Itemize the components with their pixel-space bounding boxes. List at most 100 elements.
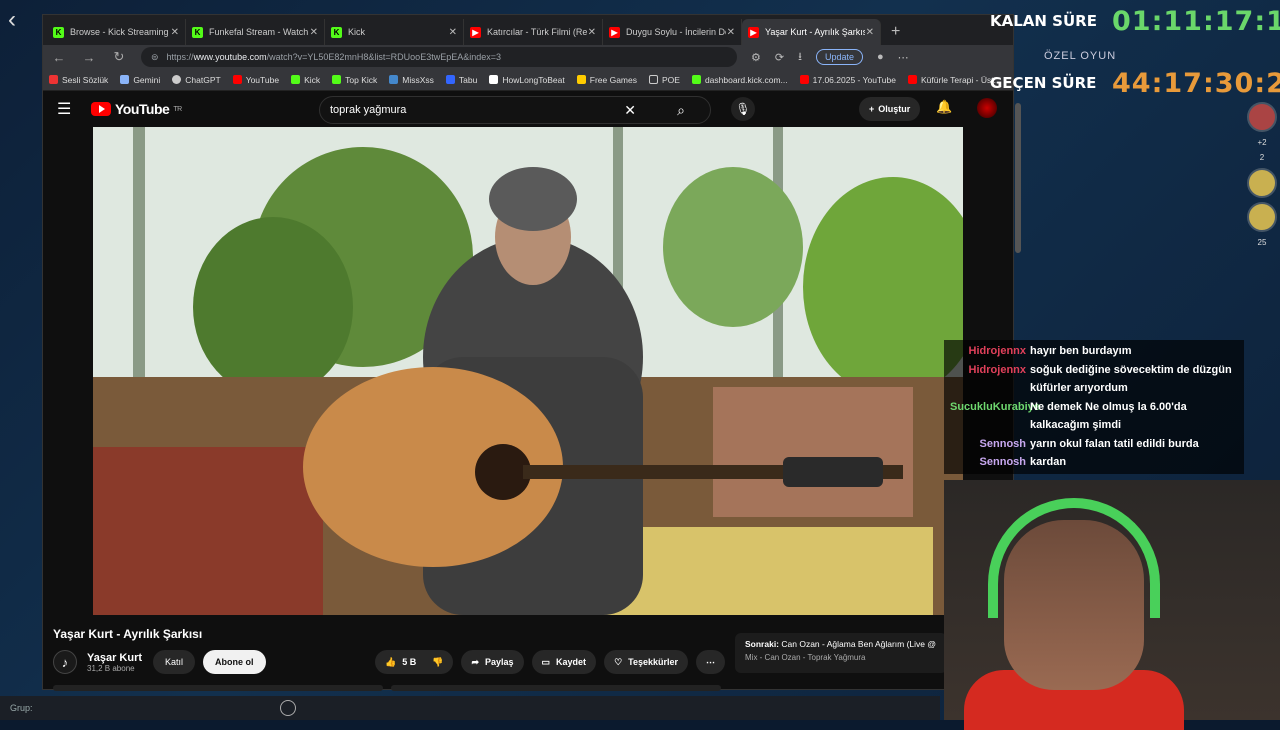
chat-username[interactable]: Sennosh	[950, 453, 1026, 472]
extensions-icon[interactable]: ⚙	[751, 51, 761, 64]
hamburger-menu-icon[interactable]: ☰	[57, 99, 77, 119]
new-tab-icon[interactable]: +	[891, 23, 900, 41]
site-info-icon[interactable]: ⊜	[151, 52, 159, 63]
forward-icon[interactable]: →	[81, 50, 97, 65]
youtube-icon: ▶	[470, 26, 481, 38]
bookmark-item[interactable]: ChatGPT	[172, 75, 221, 85]
kick-icon: K	[53, 26, 64, 38]
page-scrollbar[interactable]	[1015, 103, 1021, 253]
bookmark-item[interactable]: Free Games	[576, 75, 637, 85]
headset-icon	[988, 498, 1160, 618]
tab-5-active[interactable]: ▶ Yaşar Kurt - Ayrılık Şarkısı ✕	[742, 19, 881, 45]
profile-icon[interactable]: ●	[877, 51, 884, 63]
youtube-logo[interactable]: YouTube TR	[91, 101, 182, 117]
remaining-time-value: 01:11:17:19	[1112, 6, 1280, 37]
close-icon[interactable]: ✕	[727, 27, 735, 38]
chat-username[interactable]: SucukluKurabiye	[950, 398, 1040, 435]
chat-message: Hidrojennx hayır ben burdayım	[950, 342, 1238, 361]
address-bar[interactable]: ⊜ https://www.youtube.com/watch?v=YL50E8…	[141, 47, 737, 67]
channel-name[interactable]: Yaşar Kurt	[87, 652, 147, 664]
plus-icon: +	[869, 104, 875, 114]
join-button[interactable]: Katıl	[153, 650, 196, 674]
account-avatar[interactable]	[977, 98, 997, 118]
search-input[interactable]: toprak yağmura ✕ ⌕	[319, 96, 711, 124]
notifications-bell-icon[interactable]: 🔔	[936, 99, 952, 115]
chat-overlay: Hidrojennx hayır ben burdayım Hidrojennx s…	[944, 340, 1244, 474]
search-icon[interactable]: ⌕	[652, 97, 710, 123]
back-arrow-icon[interactable]: ‹	[8, 6, 30, 33]
share-icon: ➦	[471, 656, 479, 667]
subscriber-count: 31,2 B abone	[87, 663, 135, 673]
bookmarks-bar: Sesli Sözlük Gemini ChatGPT YouTube Kick…	[43, 69, 1013, 91]
channel-info: Yaşar Kurt 31,2 B abone	[87, 652, 147, 673]
tab-1[interactable]: KFunkefal Stream - Watch Live✕	[186, 19, 325, 45]
video-title: Yaşar Kurt - Ayrılık Şarkısı	[53, 627, 203, 641]
tab-3[interactable]: ▶Katırcılar - Türk Filmi (Restorasyon✕	[464, 19, 603, 45]
back-icon[interactable]: ←	[51, 50, 67, 65]
webcam-feed	[944, 480, 1280, 730]
bookmark-item[interactable]: Küfürle Terapi - Üst...	[908, 75, 1001, 85]
thanks-button[interactable]: ♡ Teşekkürler	[604, 650, 689, 674]
video-frame	[93, 127, 963, 615]
create-button[interactable]: + Oluştur	[859, 97, 921, 121]
bookmark-item[interactable]: 17.06.2025 - YouTube	[799, 75, 896, 85]
microphone-icon[interactable]: 🎙	[731, 97, 755, 121]
bookmark-item[interactable]: HowLongToBeat	[489, 75, 565, 85]
tab-strip: K Browse - Kick Streaming ✕ K Funkefal Stre…	[43, 15, 1013, 45]
comments-skeleton	[391, 685, 721, 691]
bookmark-item[interactable]: YouTube	[232, 75, 279, 85]
clear-search-icon[interactable]: ✕	[624, 102, 636, 119]
more-icon[interactable]: ⋯	[898, 51, 909, 64]
close-icon[interactable]: ✕	[310, 27, 318, 38]
like-button[interactable]: 👍 5 B 👎	[375, 650, 454, 674]
bookmark-item[interactable]: Tabu	[445, 75, 477, 85]
bookmark-item[interactable]: dashboard.kick.com...	[691, 75, 788, 85]
tab-2[interactable]: K Kick ✕	[325, 19, 464, 45]
save-button[interactable]: ▭ Kaydet	[531, 650, 597, 674]
chat-username[interactable]: Hidrojennx	[950, 361, 1026, 398]
bookmark-item[interactable]: MissXss	[389, 75, 434, 85]
side-user-list: +2 2 25	[1244, 98, 1280, 253]
user-avatar[interactable]	[1247, 168, 1277, 198]
close-icon[interactable]: ✕	[588, 27, 596, 38]
user-avatar[interactable]	[1247, 202, 1277, 232]
bookmark-item[interactable]: Top Kick	[332, 75, 377, 85]
share-button[interactable]: ➦ Paylaş	[461, 650, 524, 674]
close-icon[interactable]: ✕	[449, 27, 457, 38]
count-badge: 25	[1257, 238, 1267, 247]
up-next-card[interactable]: Sonraki: Can Ozan - Ağlama Ben Ağlarım (…	[735, 633, 947, 673]
user-avatar[interactable]	[1247, 102, 1277, 132]
special-game-label: ÖZEL OYUN	[1044, 50, 1117, 62]
heart-dollar-icon: ♡	[614, 656, 623, 667]
bookmark-item[interactable]: Sesli Sözlük	[49, 75, 108, 85]
sync-icon[interactable]: ⟳	[775, 51, 784, 64]
youtube-header: ☰ YouTube TR toprak yağmura ✕ ⌕ 🎙 + Oluştu…	[43, 91, 1013, 127]
tab-0[interactable]: K Browse - Kick Streaming ✕	[47, 19, 186, 45]
youtube-icon: ▶	[609, 26, 620, 38]
update-button[interactable]: Update	[815, 49, 863, 65]
browser-toolbar: ← → ↻ ⊜ https://www.youtube.com/watch?v=…	[43, 45, 1013, 69]
chat-username[interactable]: Sennosh	[950, 435, 1026, 454]
reload-icon[interactable]: ↻	[111, 49, 127, 65]
chat-message: Sennosh yarın okul falan tatil edildi bur…	[950, 435, 1238, 454]
thumbs-up-icon: 👍	[385, 656, 397, 667]
bookmark-item[interactable]: Gemini	[120, 75, 160, 85]
more-actions-icon[interactable]: ⋯	[696, 650, 726, 674]
bookmark-folder[interactable]: POE	[649, 75, 680, 85]
chat-message: SucukluKurabiye Ne demek Ne olmuş la 6.00…	[950, 398, 1238, 435]
subscribe-button[interactable]: Abone ol	[203, 650, 266, 674]
bookmark-item[interactable]: Kick	[291, 75, 320, 85]
channel-avatar[interactable]: ♪	[53, 650, 77, 674]
kick-icon: K	[331, 26, 342, 38]
thumbs-down-icon[interactable]: 👎	[432, 657, 443, 668]
close-icon[interactable]: ✕	[171, 27, 179, 38]
download-icon[interactable]: ⭳	[798, 48, 802, 67]
chat-message: Hidrojennx soğuk dediğine sövecektim de d…	[950, 361, 1238, 398]
chat-username[interactable]: Hidrojennx	[950, 342, 1026, 361]
target-icon[interactable]	[280, 700, 296, 716]
video-actions: 👍 5 B 👎 ➦ Paylaş ▭ Kaydet ♡ Teşekkürler ⋯	[375, 650, 726, 674]
remaining-time-label: KALAN SÜRE	[990, 12, 1097, 30]
tab-4[interactable]: ▶Duygu Soylu - İncilerin Dökülmesi✕	[603, 19, 742, 45]
video-player[interactable]	[93, 127, 963, 615]
close-icon[interactable]: ✕	[866, 27, 874, 38]
